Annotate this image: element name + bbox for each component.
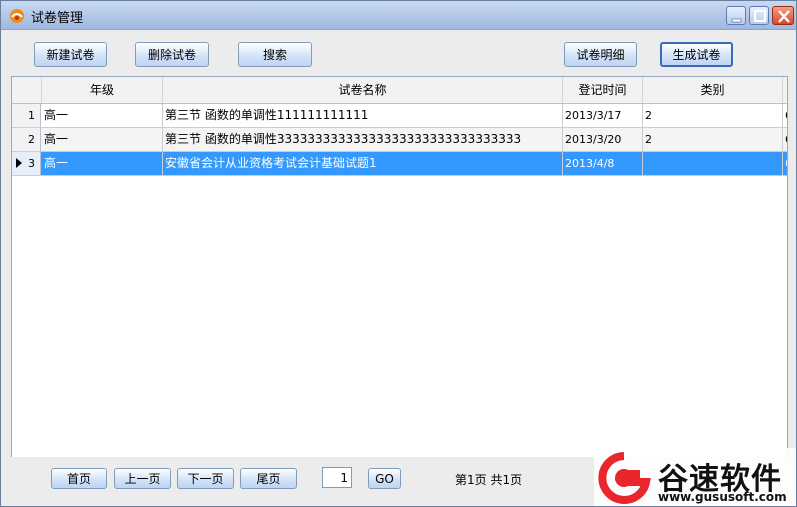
cell-exam-name[interactable]: 第三节 函数的单调性333333333333333333333333333333… — [163, 128, 563, 151]
cell-date[interactable]: 2013/4/8 — [563, 152, 643, 175]
column-header-category[interactable]: 类别 — [643, 77, 783, 103]
title-bar[interactable]: 试卷管理 — [1, 1, 796, 30]
cell-grade[interactable]: 高一 — [42, 152, 163, 175]
first-page-button[interactable]: 首页 — [51, 468, 107, 489]
cell-exam-name[interactable]: 安徽省会计从业资格考试会计基础试题1 — [163, 152, 563, 175]
column-header-exam-name[interactable]: 试卷名称 — [163, 77, 563, 103]
cell-grade[interactable]: 高一 — [42, 128, 163, 151]
search-button[interactable]: 搜索 — [238, 42, 312, 67]
minimize-icon — [731, 18, 742, 23]
cell-extra[interactable]: 6 — [783, 152, 787, 175]
row-number: 2 — [12, 128, 41, 151]
table-row-selected[interactable]: 3 高一 安徽省会计从业资格考试会计基础试题1 2013/4/8 6 — [12, 152, 787, 176]
delete-exam-button[interactable]: 删除试卷 — [135, 42, 209, 67]
maximize-icon — [754, 10, 766, 22]
watermark-url: www.gususoft.com — [658, 490, 787, 504]
cell-category[interactable]: 2 — [643, 104, 783, 127]
row-number-text: 3 — [28, 157, 35, 170]
go-button[interactable]: GO — [368, 468, 401, 489]
page-info: 第1页 共1页 — [455, 473, 523, 487]
last-page-button[interactable]: 尾页 — [240, 468, 297, 489]
window-title: 试卷管理 — [31, 11, 84, 26]
cell-date[interactable]: 2013/3/20 — [563, 128, 643, 151]
table-row[interactable]: 2 高一 第三节 函数的单调性3333333333333333333333333… — [12, 128, 787, 152]
minimize-button[interactable] — [726, 6, 746, 25]
column-header-grade[interactable]: 年级 — [42, 77, 163, 103]
close-icon — [778, 10, 790, 23]
app-icon — [10, 9, 24, 23]
cell-category[interactable]: 2 — [643, 128, 783, 151]
maximize-button[interactable] — [749, 6, 769, 25]
cell-exam-name[interactable]: 第三节 函数的单调性111111111111 — [163, 104, 563, 127]
main-window: 试卷管理 新建试卷 删除试卷 搜索 试卷明细 生成试卷 年级 试卷名称 登记时间… — [0, 0, 797, 507]
next-page-button[interactable]: 下一页 — [177, 468, 234, 489]
column-header-date[interactable]: 登记时间 — [563, 77, 643, 103]
page-number-input[interactable] — [322, 467, 352, 488]
header-corner — [12, 77, 42, 103]
table-row[interactable]: 1 高一 第三节 函数的单调性111111111111 2013/3/17 2 … — [12, 104, 787, 128]
column-header-extra[interactable] — [783, 77, 787, 103]
row-number: 3 — [12, 152, 41, 175]
new-exam-button[interactable]: 新建试卷 — [34, 42, 107, 67]
cell-extra[interactable]: 6 — [783, 128, 787, 151]
exam-grid[interactable]: 年级 试卷名称 登记时间 类别 1 高一 第三节 函数的单调性111111111… — [11, 76, 788, 458]
cell-extra[interactable]: 6 — [783, 104, 787, 127]
gususoft-watermark: 谷速软件 www.gususoft.com — [594, 448, 796, 506]
row-number: 1 — [12, 104, 41, 127]
prev-page-button[interactable]: 上一页 — [114, 468, 171, 489]
exam-detail-button[interactable]: 试卷明细 — [564, 42, 637, 67]
cell-date[interactable]: 2013/3/17 — [563, 104, 643, 127]
cell-grade[interactable]: 高一 — [42, 104, 163, 127]
generate-exam-button[interactable]: 生成试卷 — [660, 42, 733, 67]
grid-header: 年级 试卷名称 登记时间 类别 — [12, 77, 787, 104]
close-button[interactable] — [772, 6, 794, 25]
current-row-arrow-icon — [16, 158, 22, 168]
cell-category[interactable] — [643, 152, 783, 175]
